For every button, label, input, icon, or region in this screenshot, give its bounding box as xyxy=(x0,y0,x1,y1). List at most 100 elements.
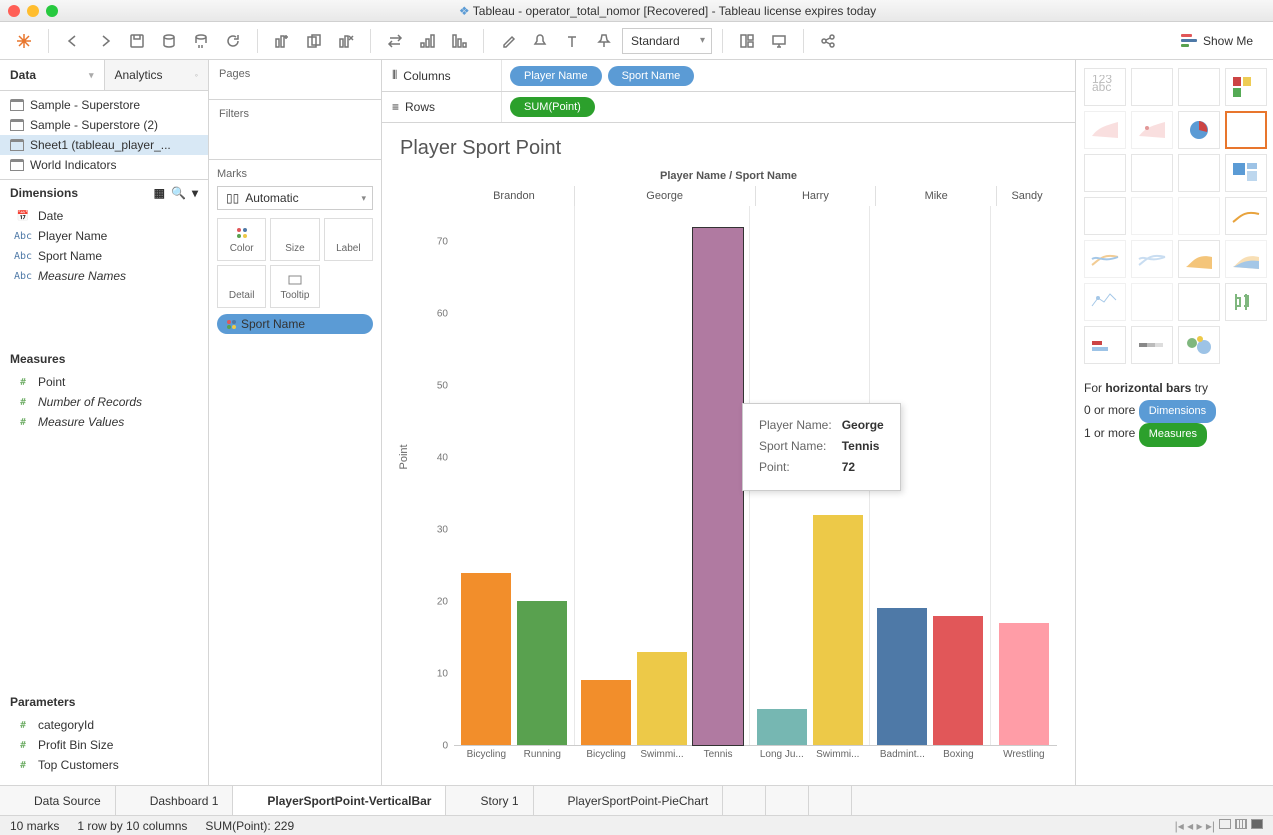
viz-type-thumb[interactable] xyxy=(1178,111,1220,149)
swap-button[interactable] xyxy=(381,27,409,55)
show-me-button[interactable]: Show Me xyxy=(1171,30,1263,52)
sheet-tab[interactable]: PlayerSportPoint-VerticalBar xyxy=(233,786,446,815)
sort-asc-button[interactable] xyxy=(413,27,441,55)
viz-type-thumb[interactable] xyxy=(1178,197,1220,235)
field-item[interactable]: AbcSport Name xyxy=(0,246,208,266)
viz-type-thumb[interactable] xyxy=(1178,240,1220,278)
text-label-button[interactable] xyxy=(558,27,586,55)
show-cards-button[interactable] xyxy=(733,27,761,55)
field-item[interactable]: AbcPlayer Name xyxy=(0,226,208,246)
datasource-item[interactable]: Sample - Superstore xyxy=(0,95,208,115)
player-header[interactable]: Mike xyxy=(875,186,996,206)
marks-label-button[interactable]: TLabel xyxy=(324,218,373,261)
bar[interactable] xyxy=(757,709,807,745)
viz-type-thumb[interactable] xyxy=(1131,240,1173,278)
field-item[interactable]: #Top Customers xyxy=(0,755,208,775)
sheet-tab[interactable]: PlayerSportPoint-PieChart xyxy=(534,786,724,815)
bar[interactable] xyxy=(999,623,1049,745)
player-header[interactable]: Sandy xyxy=(996,186,1057,206)
bar[interactable] xyxy=(813,515,863,745)
marks-type-selector[interactable]: ▯▯Automatic xyxy=(217,186,373,210)
viz-type-thumb[interactable] xyxy=(1084,326,1126,364)
presentation-button[interactable] xyxy=(765,27,793,55)
datasource-item[interactable]: World Indicators xyxy=(0,155,208,175)
filters-shelf[interactable]: Filters xyxy=(209,100,381,160)
sheet-tab[interactable]: Story 1 xyxy=(446,786,533,815)
view-mode-2[interactable] xyxy=(1235,819,1247,829)
redo-button[interactable] xyxy=(91,27,119,55)
viz-title[interactable]: Player Sport Point xyxy=(400,137,1057,160)
marks-color-button[interactable]: Color xyxy=(217,218,266,261)
view-mode-1[interactable] xyxy=(1219,819,1231,829)
viz-type-thumb[interactable]: 123abc xyxy=(1084,68,1126,106)
pin-button[interactable] xyxy=(590,27,618,55)
highlight-button[interactable] xyxy=(494,27,522,55)
bar[interactable] xyxy=(693,228,743,745)
minimize-window-button[interactable] xyxy=(27,5,39,17)
rows-shelf[interactable]: SUM(Point) xyxy=(502,92,1075,122)
field-item[interactable]: 📅Date xyxy=(0,206,208,226)
sheet-tab[interactable]: Data Source xyxy=(0,786,116,815)
clear-sheet-button[interactable] xyxy=(332,27,360,55)
datasource-item[interactable]: Sheet1 (tableau_player_... xyxy=(0,135,208,155)
field-item[interactable]: #Measure Values xyxy=(0,412,208,432)
viz-type-thumb[interactable] xyxy=(1225,154,1267,192)
sheet-tab[interactable]: Dashboard 1 xyxy=(116,786,234,815)
viz-type-thumb[interactable] xyxy=(1131,68,1173,106)
search-icon[interactable]: 🔍 xyxy=(171,186,186,200)
marks-size-button[interactable]: Size xyxy=(270,218,319,261)
viz-type-thumb[interactable] xyxy=(1131,283,1173,321)
field-item[interactable]: #Point xyxy=(0,372,208,392)
bar[interactable] xyxy=(517,601,567,745)
refresh-button[interactable] xyxy=(219,27,247,55)
viz-type-thumb[interactable] xyxy=(1225,197,1267,235)
datasource-item[interactable]: Sample - Superstore (2) xyxy=(0,115,208,135)
close-window-button[interactable] xyxy=(8,5,20,17)
share-button[interactable] xyxy=(814,27,842,55)
field-item[interactable]: #categoryId xyxy=(0,715,208,735)
viz-type-thumb[interactable] xyxy=(1225,68,1267,106)
viz-type-thumb[interactable] xyxy=(1178,68,1220,106)
marks-detail-button[interactable]: Detail xyxy=(217,265,266,308)
new-datasource-button[interactable] xyxy=(155,27,183,55)
player-header[interactable]: George xyxy=(574,186,755,206)
columns-shelf[interactable]: Player Name Sport Name xyxy=(502,60,1075,91)
viz-type-thumb[interactable] xyxy=(1084,154,1126,192)
duplicate-sheet-button[interactable] xyxy=(300,27,328,55)
fit-selector[interactable]: Standard xyxy=(622,28,712,54)
maximize-window-button[interactable] xyxy=(46,5,58,17)
viz-type-thumb[interactable] xyxy=(1225,283,1267,321)
save-button[interactable] xyxy=(123,27,151,55)
viz-type-thumb[interactable] xyxy=(1131,154,1173,192)
viz-type-thumb[interactable] xyxy=(1178,154,1220,192)
marks-color-pill[interactable]: Sport Name xyxy=(217,314,373,334)
view-mode-3[interactable] xyxy=(1251,819,1263,829)
bar[interactable] xyxy=(581,680,631,745)
bar[interactable] xyxy=(877,608,927,745)
viz-type-thumb[interactable] xyxy=(1084,283,1126,321)
viz-type-thumb[interactable] xyxy=(1131,111,1173,149)
pause-autoupdate-button[interactable] xyxy=(187,27,215,55)
viz-type-thumb[interactable] xyxy=(1225,240,1267,278)
viz-type-thumb[interactable] xyxy=(1084,111,1126,149)
viz-type-thumb[interactable] xyxy=(1131,197,1173,235)
bar[interactable] xyxy=(933,616,983,745)
field-item[interactable]: #Number of Records xyxy=(0,392,208,412)
bar[interactable] xyxy=(637,652,687,745)
column-pill[interactable]: Player Name xyxy=(510,66,602,86)
undo-button[interactable] xyxy=(59,27,87,55)
group-button[interactable] xyxy=(526,27,554,55)
viz-type-thumb[interactable] xyxy=(1225,111,1267,149)
analytics-tab[interactable]: Analytics◦ xyxy=(104,60,209,90)
viz-type-thumb[interactable] xyxy=(1178,326,1220,364)
field-item[interactable]: AbcMeasure Names xyxy=(0,266,208,286)
row-pill[interactable]: SUM(Point) xyxy=(510,97,595,117)
viz-type-thumb[interactable] xyxy=(1131,326,1173,364)
marks-tooltip-button[interactable]: Tooltip xyxy=(270,265,319,308)
player-header[interactable]: Harry xyxy=(755,186,876,206)
data-tab[interactable]: Data▾ xyxy=(0,60,104,90)
viz-type-thumb[interactable] xyxy=(1084,197,1126,235)
new-worksheet-tab[interactable] xyxy=(723,786,766,815)
tableau-logo-icon[interactable] xyxy=(10,27,38,55)
column-pill[interactable]: Sport Name xyxy=(608,66,695,86)
